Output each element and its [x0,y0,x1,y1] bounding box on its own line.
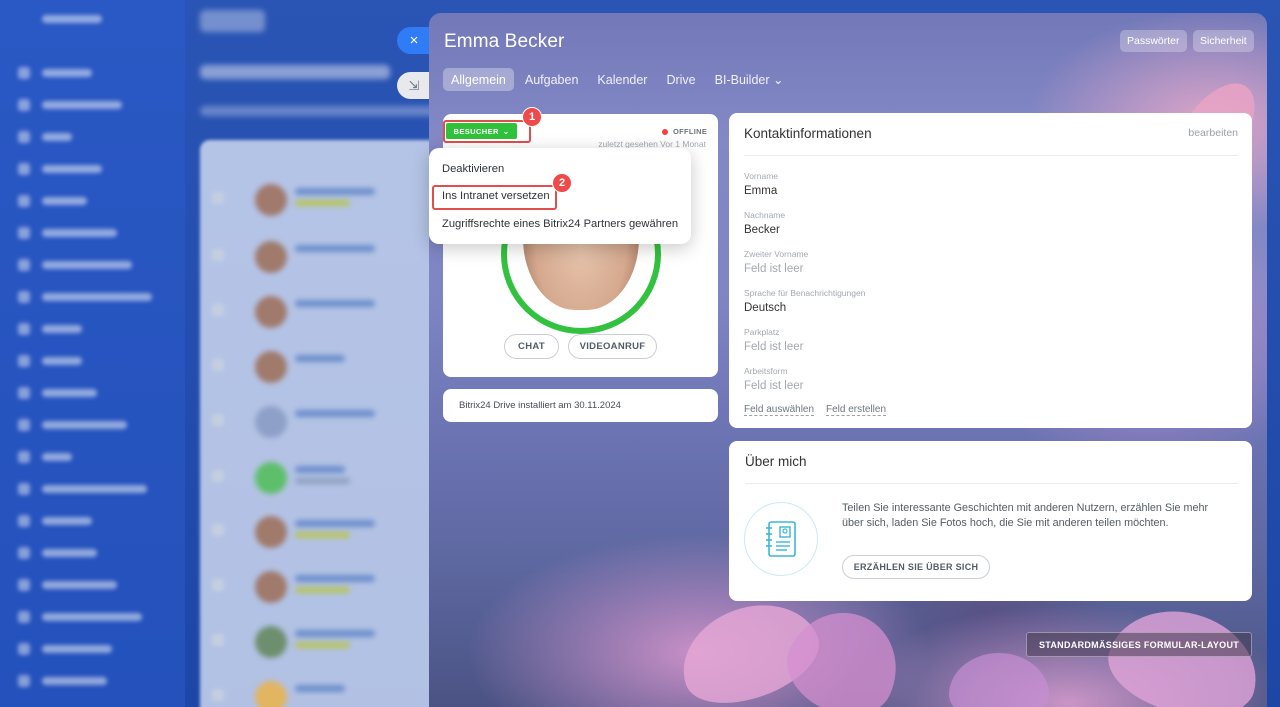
annotation-step-1: 1 [522,107,542,127]
background-sidebar-item [18,674,107,688]
background-sidebar-item [18,386,97,400]
background-sidebar-item [18,546,97,560]
field-label-work-form: Arbeitsform [744,366,788,376]
field-label-first-name: Vorname [744,171,779,181]
status-dot-icon [662,129,668,135]
page-title: Emma Becker [444,31,565,52]
background-sidebar-item [18,66,92,80]
background-filter-bar [200,106,440,116]
field-label-parking: Parkplatz [744,327,780,337]
notebook-profile-icon [766,521,796,557]
video-call-button[interactable]: VIDEOANRUF [568,334,657,359]
background-sidebar-item [18,130,72,144]
divider [745,483,1238,484]
background-row [200,567,440,622]
drive-info-card: Bitrix24 Drive installiert am 30.11.2024 [443,389,718,422]
background-sidebar-item [18,578,117,592]
contact-info-title: Kontaktinformationen [744,126,872,141]
role-dropdown-menu: Deaktivieren Ins Intranet versetzen Zugr… [429,148,691,244]
annotation-step-2: 2 [552,173,572,193]
annotation-highlight-role [443,120,531,143]
divider [744,155,1238,156]
background-row [200,180,440,235]
background-sidebar [0,0,185,707]
background-sidebar-item [18,642,112,656]
background-sidebar-item [18,610,142,624]
annotation-highlight-menu [432,185,557,210]
background-sidebar-item [18,354,82,368]
about-me-description: Teilen Sie interessante Geschichten mit … [842,502,1209,529]
tell-about-yourself-button[interactable]: ERZÄHLEN SIE ÜBER SICH [842,555,990,579]
tab-tasks[interactable]: Aufgaben [517,68,587,91]
status-label: OFFLINE [673,127,708,136]
tab-drive[interactable]: Drive [658,68,703,91]
background-row [200,512,440,567]
background-row [200,237,440,292]
minimize-icon: ⇲ [408,77,420,93]
background-sidebar-item [18,482,147,496]
close-icon: × [409,32,419,49]
profile-panel: Emma Becker Passwörter Sicherheit Allgem… [429,13,1267,707]
tab-bar: Allgemein Aufgaben Kalender Drive BI-Bui… [443,68,791,91]
background-sidebar-item [18,98,122,112]
background-page-title [200,65,390,79]
tab-bi-builder[interactable]: BI-Builder ⌄ [707,68,792,91]
menu-item-deactivate[interactable]: Deaktivieren [442,163,504,175]
edit-contact-link[interactable]: bearbeiten [1188,127,1238,139]
background-row [200,622,440,677]
background-sidebar-item [18,226,117,240]
about-icon-circle [744,502,818,576]
background-sidebar-item [18,194,87,208]
background-sidebar-item [18,162,102,176]
chat-button[interactable]: CHAT [504,334,559,359]
field-value-first-name: Emma [744,185,778,197]
background-sidebar-item [18,290,152,304]
drive-info-text: Bitrix24 Drive installiert am 30.11.2024 [459,400,621,411]
tab-general[interactable]: Allgemein [443,68,514,91]
background-flower [949,653,1049,707]
background-sidebar-item [18,418,127,432]
field-label-middle-name: Zweiter Vorname [744,249,809,259]
field-value-work-form: Feld ist leer [744,380,804,392]
background-row [200,458,440,513]
background-employee-list [200,140,460,707]
background-row [200,402,440,457]
field-value-middle-name: Feld ist leer [744,263,804,275]
minimize-panel-button[interactable]: ⇲ [397,72,431,99]
background-row [200,292,440,347]
about-me-title: Über mich [745,454,807,469]
about-me-card: Über mich Teilen Sie interessante Geschi… [729,441,1252,601]
security-button[interactable]: Sicherheit [1193,30,1254,52]
menu-item-grant-partner-access[interactable]: Zugriffsrechte eines Bitrix24 Partners g… [442,218,678,230]
field-value-language: Deutsch [744,302,787,314]
background-sidebar-item [18,258,132,272]
field-label-last-name: Nachname [744,210,786,220]
background-row [200,677,440,707]
background-logo [18,12,102,26]
select-field-link[interactable]: Feld auswählen [744,404,815,416]
create-field-link[interactable]: Feld erstellen [826,404,887,416]
field-value-parking: Feld ist leer [744,341,804,353]
passwords-button[interactable]: Passwörter [1120,30,1187,52]
field-label-language: Sprache für Benachrichtigungen [744,288,866,298]
background-top-button [200,10,265,32]
tab-calendar[interactable]: Kalender [589,68,655,91]
background-sidebar-item [18,514,92,528]
background-row [200,347,440,402]
background-sidebar-item [18,450,72,464]
close-panel-button[interactable]: × [397,27,431,54]
standard-form-layout-button[interactable]: STANDARDMÄSSIGES FORMULAR-LAYOUT [1026,632,1252,657]
contact-info-card: Kontaktinformationen bearbeiten Vorname … [729,113,1252,428]
field-value-last-name: Becker [744,224,780,236]
background-sidebar-item [18,322,82,336]
